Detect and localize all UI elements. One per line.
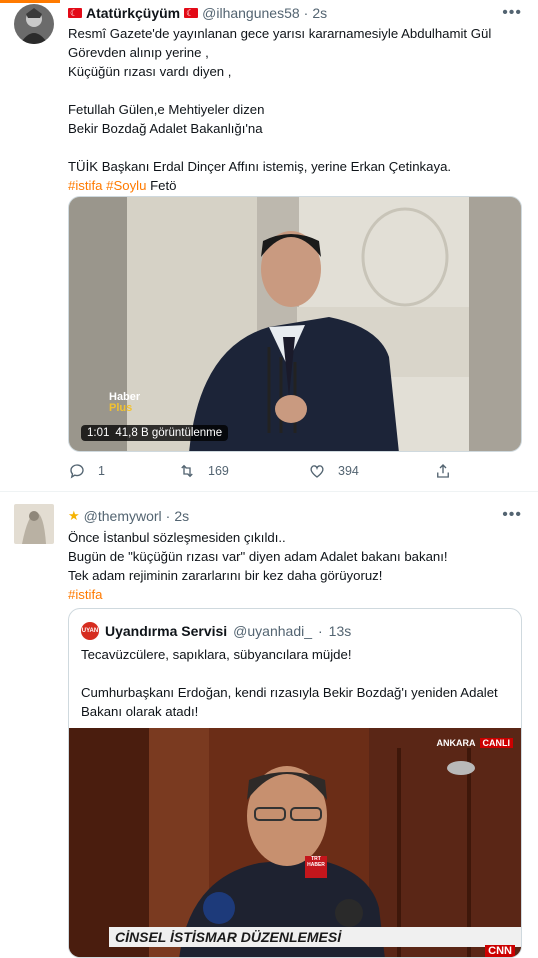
share-icon xyxy=(437,464,449,478)
avatar[interactable] xyxy=(14,504,54,544)
video-player[interactable]: Haber Plus 1:01 41,8 B görüntülenme xyxy=(68,196,522,452)
quote-timestamp[interactable]: 13s xyxy=(329,623,352,639)
reply-icon xyxy=(70,464,84,479)
quote-video[interactable]: ANKARA CANLI TRT HABER CİNSEL İSTİSMAR D… xyxy=(69,728,521,957)
hashtag-link[interactable]: #Soylu xyxy=(106,178,146,193)
quote-handle[interactable]: @uyanhadi_ xyxy=(233,623,312,639)
tweet-text: Resmî Gazete'de yayınlanan gece yarısı k… xyxy=(68,24,518,195)
live-label: CANLI xyxy=(479,738,513,748)
quote-header: UYAN Uyandırma Servisi @uyanhadi_ · 13s xyxy=(81,622,351,640)
display-name[interactable]: Atatürkçüyüm xyxy=(86,4,180,22)
turkish-flag-icon xyxy=(184,4,199,22)
watermark-line2: Plus xyxy=(109,402,133,414)
star-emoji-icon: ★ xyxy=(68,508,80,523)
tweet[interactable]: ★ @themyworl · 2s ••• Önce İstanbul sözl… xyxy=(0,492,538,958)
mic-label: TRT HABER xyxy=(307,856,325,868)
reply-button[interactable]: 1 xyxy=(68,462,105,480)
turkish-flag-icon xyxy=(68,4,82,22)
like-button[interactable]: 394 xyxy=(308,462,359,480)
separator-dot: · xyxy=(318,623,323,639)
tweet-header: ★ @themyworl · 2s xyxy=(68,507,189,525)
hashtag-link[interactable]: #istifa xyxy=(68,178,102,193)
location-label: ANKARA xyxy=(436,738,476,748)
quote-display-name[interactable]: Uyandırma Servisi xyxy=(105,623,227,639)
user-handle[interactable]: @ilhangunes58 xyxy=(202,4,300,22)
separator-dot: · xyxy=(303,5,309,21)
user-handle[interactable]: @themyworl xyxy=(84,507,162,525)
heart-icon xyxy=(310,465,324,478)
quote-text: Tecavüzcülere, sapıklara, sübyancılara m… xyxy=(81,647,498,719)
timestamp[interactable]: 2s xyxy=(174,507,189,525)
video-info-badge: 1:01 41,8 B görüntülenme xyxy=(81,425,229,441)
trailing-text: Fetö xyxy=(150,178,177,193)
tweet-header: Atatürkçüyüm @ilhangunes58 · 2s xyxy=(68,4,327,22)
tweet[interactable]: Atatürkçüyüm @ilhangunes58 · 2s ••• Resm… xyxy=(0,0,538,492)
retweet-count: 169 xyxy=(208,464,229,478)
avatar[interactable] xyxy=(14,4,54,44)
retweet-icon xyxy=(181,464,193,478)
tweet-body: Resmî Gazete'de yayınlanan gece yarısı k… xyxy=(68,26,492,174)
tweet-body: Önce İstanbul sözleşmesiden çıkıldı.. Bu… xyxy=(68,530,448,583)
timestamp[interactable]: 2s xyxy=(312,4,327,22)
tweet-text: Önce İstanbul sözleşmesiden çıkıldı.. Bu… xyxy=(68,528,518,604)
share-button[interactable] xyxy=(434,462,452,480)
tweet-actions: 1 169 394 xyxy=(68,462,488,484)
hashtag-link[interactable]: #istifa xyxy=(68,587,102,602)
video-frame xyxy=(69,728,521,957)
news-banner: CİNSEL İSTİSMAR DÜZENLEMESİ xyxy=(109,927,521,947)
like-count: 394 xyxy=(338,464,359,478)
quote-avatar[interactable]: UYAN xyxy=(81,622,99,640)
video-duration: 1:01 xyxy=(87,427,110,439)
retweet-button[interactable]: 169 xyxy=(178,462,229,480)
watermark: Haber Plus xyxy=(109,392,140,414)
reply-count: 1 xyxy=(98,464,105,478)
quoted-tweet[interactable]: UYAN Uyandırma Servisi @uyanhadi_ · 13s … xyxy=(68,608,522,958)
separator-dot: · xyxy=(165,508,171,524)
video-views: 41,8 B görüntülenme xyxy=(115,427,223,439)
more-horizontal-icon[interactable]: ••• xyxy=(502,4,522,22)
more-horizontal-icon[interactable]: ••• xyxy=(502,506,522,524)
live-indicator: ANKARA CANLI xyxy=(436,738,513,748)
